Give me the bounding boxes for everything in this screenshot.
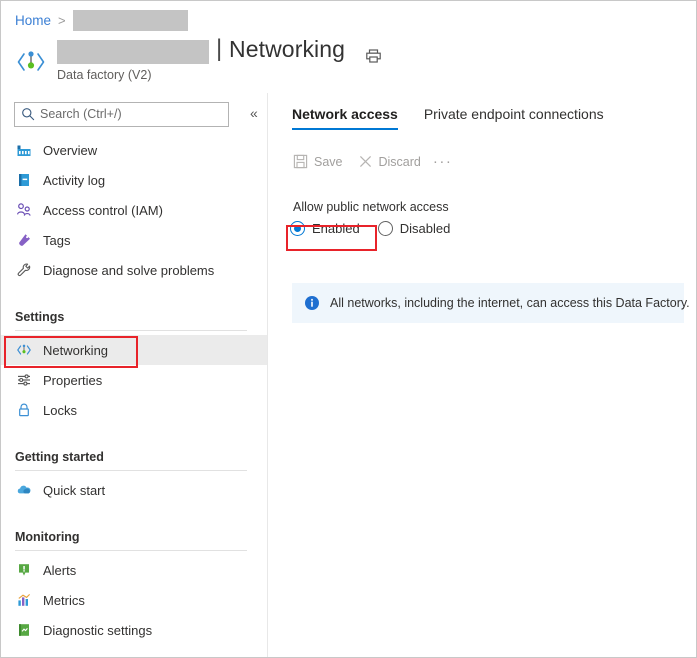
sidebar-item-label: Networking xyxy=(43,342,109,358)
more-commands-button[interactable]: ··· xyxy=(433,153,453,170)
tab-network-access[interactable]: Network access xyxy=(292,106,398,130)
save-disk-icon xyxy=(292,153,309,170)
sidebar-item-quick-start[interactable]: Quick start xyxy=(1,475,267,505)
printer-icon[interactable] xyxy=(360,43,386,69)
close-x-icon xyxy=(357,153,374,170)
sidebar-section-divider xyxy=(15,470,247,471)
sidebar-item-locks[interactable]: Locks xyxy=(1,395,267,425)
sidebar-section-header-getting-started: Getting started xyxy=(15,450,104,464)
breadcrumb-resource-redacted[interactable] xyxy=(72,9,188,31)
sidebar: « Overview xyxy=(1,93,267,657)
command-toolbar: Save Discard ··· xyxy=(292,153,452,170)
sidebar-nav-list: Overview Activity log Access control (IA… xyxy=(1,135,267,645)
cloud-icon xyxy=(15,481,33,499)
sidebar-item-label: Properties xyxy=(43,372,103,388)
sidebar-item-metrics[interactable]: Metrics xyxy=(1,585,267,615)
sidebar-item-label: Quick start xyxy=(43,482,106,498)
sidebar-item-label: Access control (IAM) xyxy=(43,202,163,218)
breadcrumb: Home > xyxy=(15,9,188,31)
radio-disabled-indicator[interactable] xyxy=(377,221,393,236)
factory-icon xyxy=(15,141,33,159)
sidebar-item-label: Activity log xyxy=(43,172,106,188)
sidebar-section-header-monitoring: Monitoring xyxy=(15,530,80,544)
diagnostic-settings-icon xyxy=(15,621,33,639)
tab-private-endpoint-connections[interactable]: Private endpoint connections xyxy=(424,106,604,130)
sidebar-item-label: Tags xyxy=(43,232,71,248)
sidebar-search-row: « xyxy=(14,101,258,127)
info-banner-text: All networks, including the internet, ca… xyxy=(330,296,690,310)
data-factory-icon xyxy=(15,46,47,78)
sidebar-item-overview[interactable]: Overview xyxy=(1,135,267,165)
search-input[interactable] xyxy=(40,107,215,121)
breadcrumb-home-link[interactable]: Home xyxy=(15,13,51,28)
sidebar-item-diagnostic-settings[interactable]: Diagnostic settings xyxy=(1,615,267,645)
resource-type-subtitle: Data factory (V2) xyxy=(57,68,152,82)
breadcrumb-separator: > xyxy=(58,12,66,28)
radio-enabled-label: Enabled xyxy=(312,221,360,236)
radio-option-enabled[interactable]: Enabled xyxy=(290,221,360,236)
activity-log-icon xyxy=(15,171,33,189)
tab-bar: Network access Private endpoint connecti… xyxy=(292,106,630,130)
tag-icon xyxy=(15,231,33,249)
save-button[interactable]: Save xyxy=(292,153,343,170)
lock-icon xyxy=(15,401,33,419)
sidebar-item-label: Metrics xyxy=(43,592,85,608)
sidebar-item-networking[interactable]: Networking xyxy=(1,335,267,365)
title-separator: | xyxy=(216,35,223,62)
sidebar-item-tags[interactable]: Tags xyxy=(1,225,267,255)
people-icon xyxy=(15,201,33,219)
sidebar-item-label: Overview xyxy=(43,142,98,158)
info-banner: All networks, including the internet, ca… xyxy=(292,283,690,323)
collapse-sidebar-button[interactable]: « xyxy=(250,104,258,122)
sidebar-section-divider xyxy=(15,330,247,331)
discard-button[interactable]: Discard xyxy=(357,153,421,170)
page-title: Networking xyxy=(229,36,346,62)
wrench-icon xyxy=(15,261,33,279)
discard-button-label: Discard xyxy=(378,154,421,169)
radio-enabled-indicator[interactable] xyxy=(290,221,305,236)
properties-sliders-icon xyxy=(15,371,33,389)
allow-public-network-access-label: Allow public network access xyxy=(293,200,449,214)
radio-option-disabled[interactable]: Disabled xyxy=(377,221,451,236)
sidebar-section-header-settings: Settings xyxy=(15,310,65,324)
radio-disabled-label: Disabled xyxy=(399,221,451,236)
sidebar-item-label: Diagnostic settings xyxy=(43,622,153,638)
sidebar-item-label: Alerts xyxy=(43,562,77,578)
search-icon xyxy=(21,107,35,121)
main-content: Network access Private endpoint connecti… xyxy=(267,93,696,657)
info-circle-icon xyxy=(304,295,320,311)
sidebar-item-access-control[interactable]: Access control (IAM) xyxy=(1,195,267,225)
sidebar-section-divider xyxy=(15,550,247,551)
content-divider xyxy=(267,93,268,657)
sidebar-item-properties[interactable]: Properties xyxy=(1,365,267,395)
metrics-chart-icon xyxy=(15,591,33,609)
save-button-label: Save xyxy=(314,154,343,169)
sidebar-item-label: Diagnose and solve problems xyxy=(43,262,215,278)
alert-icon xyxy=(15,561,33,579)
sidebar-item-activity-log[interactable]: Activity log xyxy=(1,165,267,195)
networking-icon xyxy=(15,341,33,359)
azure-portal-screenshot: Home > | Networking Data factory (V2) Se… xyxy=(0,0,697,658)
sidebar-item-alerts[interactable]: Alerts xyxy=(1,555,267,585)
resource-name-redacted xyxy=(57,40,209,64)
sidebar-item-diagnose-and-solve-problems[interactable]: Diagnose and solve problems xyxy=(1,255,267,285)
search-box[interactable] xyxy=(14,101,229,127)
allow-public-network-access-radio-group: Enabled Disabled xyxy=(290,221,468,236)
page-header: | Networking Data factory (V2) xyxy=(15,35,675,85)
sidebar-item-label: Locks xyxy=(43,402,77,418)
